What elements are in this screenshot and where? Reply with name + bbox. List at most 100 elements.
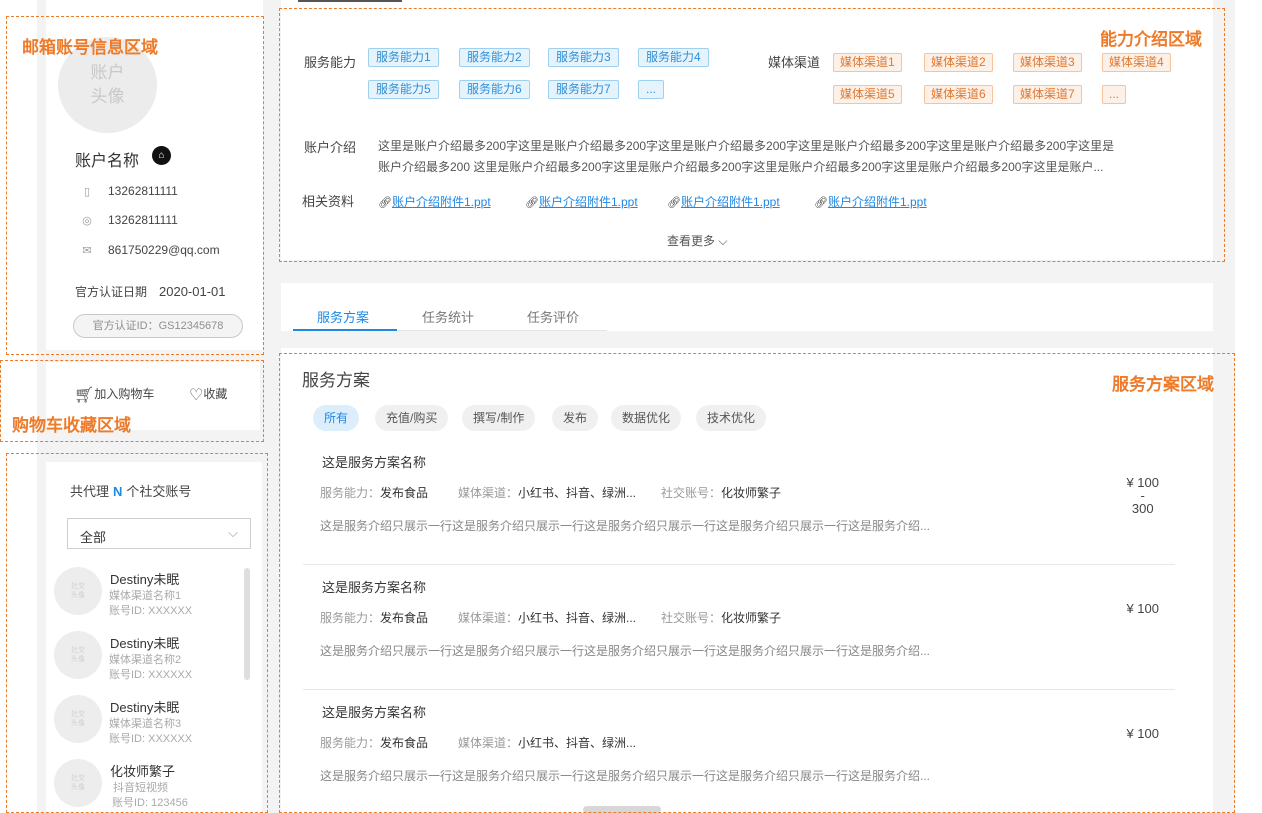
agent-filter-select[interactable]: 全部 ⌵ <box>67 518 251 549</box>
plan-service-value: 发布食品 <box>380 736 429 750</box>
agent-name: 化妆师繁子 <box>110 764 176 779</box>
service-ability-tag[interactable]: 服务能力4 <box>638 48 709 67</box>
plan-media-label: 媒体渠道： <box>458 486 519 500</box>
tab-task-reviews[interactable]: 任务评价 <box>527 307 579 326</box>
plan-social: 社交账号：化妆师繁子 <box>661 609 781 626</box>
agent-item[interactable]: 社交 头像 Destiny未眠 媒体渠道名称1 账号ID: XXXXXX <box>54 567 239 623</box>
agent-channel: 抖音短视频 <box>113 782 168 794</box>
annotation-plan-area: 服务方案区域 <box>1112 375 1214 394</box>
cert-date-value: 2020-01-01 <box>159 284 226 299</box>
account-intro-text: 这里是账户介绍最多200字这里是账户介绍最多200字这里是账户介绍最多200字这… <box>378 136 1120 178</box>
view-more-label: 查看更多 <box>667 234 716 248</box>
attachment-link[interactable]: 🔗︎账户介绍附件1.ppt <box>814 193 927 210</box>
media-channel-tag[interactable]: 媒体渠道7 <box>1013 85 1082 104</box>
social-avatar-text-1: 社交 <box>71 647 85 654</box>
agent-name: Destiny未眠 <box>110 700 180 715</box>
annotation-cart-area: 购物车收藏区域 <box>12 416 131 435</box>
wechat-icon: ◎ <box>82 215 92 227</box>
media-channel-tag[interactable]: 媒体渠道1 <box>833 53 902 72</box>
filter-chip[interactable]: 发布 <box>552 405 599 431</box>
service-ability-more-tag[interactable]: ... <box>638 80 665 99</box>
add-to-cart-button[interactable]: 🛒︎加入购物车 <box>74 385 154 405</box>
phone-value: 13262811111 <box>108 184 178 198</box>
agent-item[interactable]: 社交 头像 Destiny未眠 媒体渠道名称2 账号ID: XXXXXX <box>54 631 239 687</box>
plan-item[interactable]: 这是服务方案名称 服务能力：发布食品 媒体渠道：小红书、抖音、绿洲... 社交账… <box>303 576 1175 701</box>
attachment-link[interactable]: 🔗︎账户介绍附件1.ppt <box>378 193 491 210</box>
agents-count: N <box>113 484 123 499</box>
filter-chip[interactable]: 数据优化 <box>611 405 682 431</box>
plan-media: 媒体渠道：小红书、抖音、绿洲... <box>458 734 636 751</box>
email-value: 861750229@qq.com <box>108 243 220 257</box>
plan-item[interactable]: 这是服务方案名称 服务能力：发布食品 媒体渠道：小红书、抖音、绿洲... 社交账… <box>303 451 1175 576</box>
bank-verified-icon: ⌂ <box>152 146 171 165</box>
wechat-value: 13262811111 <box>108 213 178 227</box>
favorite-label: 收藏 <box>203 387 228 401</box>
service-ability-tag[interactable]: 服务能力1 <box>368 48 439 67</box>
attachment-name: 账户介绍附件1.ppt <box>680 195 780 209</box>
tab-task-stats[interactable]: 任务统计 <box>422 307 474 326</box>
chevron-down-icon: ⌵ <box>718 234 728 248</box>
service-ability-tag[interactable]: 服务能力7 <box>548 80 619 99</box>
cert-id-badge: 官方认证ID：GS12345678 <box>73 314 243 338</box>
plan-price: ¥ 100-300 <box>1126 476 1159 515</box>
attachment-link[interactable]: 🔗︎账户介绍附件1.ppt <box>525 193 638 210</box>
plan-service-value: 发布食品 <box>380 486 429 500</box>
social-avatar-text-2: 头像 <box>71 592 85 599</box>
social-avatar-text-2: 头像 <box>71 656 85 663</box>
cart-label: 加入购物车 <box>94 387 155 401</box>
cert-date-label: 官方认证日期 <box>75 285 148 299</box>
top-tab-indicator <box>298 0 402 2</box>
plan-item[interactable]: 这是服务方案名称 服务能力：发布食品 媒体渠道：小红书、抖音、绿洲... 这是服… <box>303 701 1175 813</box>
plan-social: 社交账号：化妆师繁子 <box>661 484 781 501</box>
avatar-text-1: 账户 <box>90 63 125 82</box>
wechat-row: ◎ 13262811111 <box>80 213 178 227</box>
filter-chip-all[interactable]: 所有 <box>313 405 360 431</box>
cert-date: 官方认证日期 2020-01-01 <box>75 283 226 300</box>
media-channel-more-tag[interactable]: ... <box>1102 85 1127 104</box>
service-ability-tag[interactable]: 服务能力3 <box>548 48 619 67</box>
media-channel-tag[interactable]: 媒体渠道4 <box>1102 53 1171 72</box>
social-avatar-text-2: 头像 <box>71 720 85 727</box>
view-more-button[interactable]: 查看更多 ⌵ <box>667 232 727 249</box>
filter-chip[interactable]: 撰写/制作 <box>462 405 536 431</box>
plan-description: 这是服务介绍只展示一行这是服务介绍只展示一行这是服务介绍只展示一行这是服务介绍只… <box>320 644 931 658</box>
annotation-ability-area: 能力介绍区域 <box>1100 30 1202 49</box>
plan-media-label: 媒体渠道： <box>458 611 519 625</box>
plan-service-label: 服务能力： <box>320 611 381 625</box>
service-ability-tag[interactable]: 服务能力2 <box>459 48 530 67</box>
social-avatar: 社交 头像 <box>54 567 102 615</box>
horizontal-scrollbar[interactable] <box>583 806 661 813</box>
social-avatar-text-1: 社交 <box>71 775 85 782</box>
cart-icon: 🛒︎ <box>74 387 95 404</box>
plan-service-label: 服务能力： <box>320 736 381 750</box>
service-ability-tag[interactable]: 服务能力5 <box>368 80 439 99</box>
agent-item[interactable]: 社交 头像 Destiny未眠 媒体渠道名称3 账号ID: XXXXXX <box>54 695 239 751</box>
plan-price-high: 300 <box>1131 501 1154 516</box>
plan-description: 这是服务介绍只展示一行这是服务介绍只展示一行这是服务介绍只展示一行这是服务介绍只… <box>320 769 931 783</box>
tab-service-plan[interactable]: 服务方案 <box>317 307 369 326</box>
avatar-text-2: 头像 <box>90 87 125 106</box>
ability-card <box>281 0 1213 260</box>
tabs-card <box>281 283 1213 331</box>
annotation-account-area: 邮箱账号信息区域 <box>22 38 158 57</box>
phone-icon: ▯ <box>83 186 91 198</box>
service-ability-tag[interactable]: 服务能力6 <box>459 80 530 99</box>
social-avatar: 社交 头像 <box>54 759 102 807</box>
media-channel-tag[interactable]: 媒体渠道6 <box>924 85 993 104</box>
account-intro-line: 账户介绍最多200 这里是账户介绍最多200字这里是账户介绍最多200字这里是账… <box>378 160 1104 174</box>
agents-scrollbar[interactable] <box>244 568 250 680</box>
media-channel-tag[interactable]: 媒体渠道5 <box>833 85 902 104</box>
plan-service: 服务能力：发布食品 <box>320 609 428 626</box>
link-icon: 🔗︎ <box>667 197 681 209</box>
favorite-button[interactable]: ♡收藏 <box>189 385 227 405</box>
active-tab-underline <box>293 329 397 331</box>
plan-social-value: 化妆师繁子 <box>721 486 782 500</box>
media-channel-tag[interactable]: 媒体渠道3 <box>1013 53 1082 72</box>
filter-chip[interactable]: 充值/购买 <box>375 405 449 431</box>
attachment-link[interactable]: 🔗︎账户介绍附件1.ppt <box>667 193 780 210</box>
agent-channel: 媒体渠道名称2 <box>109 654 182 666</box>
agent-item[interactable]: 社交 头像 化妆师繁子 抖音短视频 账号ID: 123456 <box>54 759 239 813</box>
filter-chip[interactable]: 技术优化 <box>696 405 767 431</box>
agent-id: 账号ID: XXXXXX <box>109 733 193 745</box>
media-channel-tag[interactable]: 媒体渠道2 <box>924 53 993 72</box>
